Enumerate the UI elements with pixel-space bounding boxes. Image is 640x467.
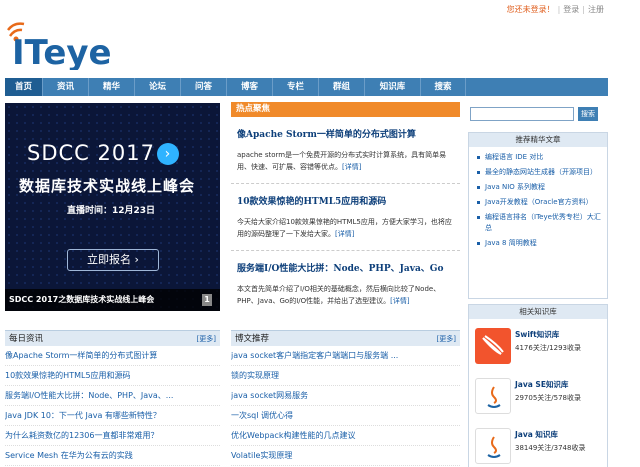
- nav-item[interactable]: 精华: [89, 78, 135, 96]
- divider: [231, 250, 460, 251]
- recommend-item[interactable]: 编程语言 IDE 对比: [475, 152, 601, 163]
- nav-item[interactable]: 论坛: [135, 78, 181, 96]
- news-item[interactable]: 像Apache Storm一样简单的分布式图计算: [5, 346, 220, 366]
- knowledge-count: 38149关注/3748收录: [515, 444, 586, 452]
- nav-item[interactable]: 博客: [227, 78, 273, 96]
- blog-item[interactable]: 优化Webpack构建性能的几点建议: [231, 426, 460, 446]
- daily-more-link[interactable]: [更多]: [197, 331, 216, 347]
- knowledge-title: 相关知识库: [469, 305, 607, 319]
- knowledge-item[interactable]: Java 知识库 38149关注/3748收录: [469, 423, 607, 467]
- knowledge-item[interactable]: Java SE知识库 29705关注/578收录: [469, 373, 607, 419]
- recommend-item[interactable]: Java开发教程（Oracle官方资料）: [475, 197, 601, 208]
- java-icon: [475, 378, 511, 414]
- knowledge-name[interactable]: Java SE知识库: [515, 379, 568, 390]
- main-nav: 首页 资讯 精华 论坛 问答 博客 专栏 群组 知识库 搜索: [5, 78, 608, 96]
- recommend-item[interactable]: 最全的静态网站生成器（开源项目）: [475, 167, 601, 178]
- banner-caption: SDCC 2017之数据库技术实战线上峰会 1: [5, 289, 220, 311]
- blog-recommend: 博文推荐 [更多] java socket客户端指定客户端端口与服务端 ... 锁的…: [231, 330, 460, 466]
- hot-article: 10款效果惊艳的HTML5应用和源码今天给大家介绍10款效果惊艳的HTML5应用…: [237, 194, 460, 240]
- search-box: 搜索: [470, 107, 598, 121]
- svg-text:ITeye: ITeye: [12, 33, 112, 70]
- search-button[interactable]: 搜索: [578, 107, 598, 121]
- hot-article-title[interactable]: 10款效果惊艳的HTML5应用和源码: [237, 197, 386, 207]
- banner-ad[interactable]: SDCC 2017 › 数据库技术实战线上峰会 直播时间：12月23日 立即报名 …: [5, 103, 220, 311]
- search-input[interactable]: [470, 107, 574, 121]
- blog-item[interactable]: 一次sql 调优心得: [231, 406, 460, 426]
- arrow-icon: ›: [156, 143, 179, 165]
- divider: |: [582, 5, 585, 14]
- knowledge-count: 29705关注/578收录: [515, 394, 581, 402]
- login-warning: 您还未登录！: [506, 5, 555, 14]
- nav-item[interactable]: 问答: [181, 78, 227, 96]
- hot-article: 服务端I/O性能大比拼：Node、PHP、Java、Go 本文首先简单介绍了I/O…: [237, 261, 460, 307]
- banner-pager[interactable]: 1: [202, 294, 212, 306]
- nav-item[interactable]: 专栏: [273, 78, 319, 96]
- banner-headline: 数据库技术实战线上峰会: [19, 177, 196, 195]
- register-now-button[interactable]: 立即报名 ›: [67, 249, 159, 271]
- blog-item[interactable]: 锁的实现原理: [231, 366, 460, 386]
- blog-item[interactable]: java socket网易服务: [231, 386, 460, 406]
- hot-article-title[interactable]: 像Apache Storm一样简单的分布式图计算: [237, 130, 416, 140]
- divider: |: [557, 5, 561, 14]
- hot-article-desc: 今天给大家介绍10款效果惊艳的HTML5应用，方便大家学习，也将应用的源码整理了…: [237, 216, 457, 240]
- hot-focus-title: 热点聚焦: [231, 102, 460, 117]
- nav-item[interactable]: 搜索: [421, 78, 466, 96]
- daily-news: 每日资讯 [更多] 像Apache Storm一样简单的分布式图计算 10款效果惊艳…: [5, 330, 220, 466]
- top-bar: 您还未登录！ | 登录 | 注册: [507, 4, 604, 15]
- banner-live-time: 直播时间：12月23日: [67, 206, 156, 216]
- knowledge-panel: 相关知识库 Swift知识库 4176关注/1293收录 Java SE知识库 297…: [468, 304, 608, 467]
- news-item[interactable]: 为什么耗资数亿的12306一直都非常难用？: [5, 426, 220, 446]
- hot-article-desc: apache storm是一个免费开源的分布式实时计算系统，具有简单易用、快速、…: [237, 149, 457, 173]
- hot-article-more[interactable]: [详情]: [342, 163, 361, 171]
- blog-more-link[interactable]: [更多]: [437, 331, 456, 347]
- blog-item[interactable]: java socket客户端指定客户端端口与服务端 ...: [231, 346, 460, 366]
- logo-graphic: ITeye: [7, 22, 112, 73]
- hot-article-more[interactable]: [详情]: [335, 230, 354, 238]
- recommend-panel: 推荐精华文章 编程语言 IDE 对比 最全的静态网站生成器（开源项目） Java N…: [468, 132, 608, 299]
- hot-article: 像Apache Storm一样简单的分布式图计算 apache storm是一个免…: [237, 127, 460, 173]
- hot-article-desc: 本文首先简单介绍了I/O相关的基础概念，然后横向比较了Node、PHP、Java…: [237, 283, 457, 307]
- recommend-item[interactable]: 编程语言排名（ITeye优秀专栏）大汇总: [475, 212, 601, 234]
- recommend-item[interactable]: Java NIO 系列教程: [475, 182, 601, 193]
- nav-item[interactable]: 知识库: [365, 78, 421, 96]
- iteye-logo[interactable]: ITeye: [2, 22, 132, 73]
- blog-recommend-header: 博文推荐 [更多]: [231, 330, 460, 346]
- nav-item[interactable]: 资讯: [43, 78, 89, 96]
- register-link[interactable]: 注册: [588, 5, 604, 14]
- nav-item[interactable]: 群组: [319, 78, 365, 96]
- daily-news-header: 每日资讯 [更多]: [5, 330, 220, 346]
- knowledge-count: 4176关注/1293收录: [515, 344, 581, 352]
- knowledge-item[interactable]: Swift知识库 4176关注/1293收录: [469, 323, 607, 369]
- knowledge-name[interactable]: Swift知识库: [515, 329, 559, 340]
- blog-item[interactable]: Volatile实现原理: [231, 446, 460, 466]
- news-item[interactable]: Service Mesh 在华为公有云的实践: [5, 446, 220, 466]
- swift-icon: [475, 328, 511, 364]
- banner-brand: SDCC 2017 ›: [27, 141, 179, 165]
- hot-article-more[interactable]: [详情]: [390, 297, 409, 305]
- news-item[interactable]: 10款效果惊艳的HTML5应用和源码: [5, 366, 220, 386]
- knowledge-name[interactable]: Java 知识库: [515, 429, 558, 440]
- recommend-title: 推荐精华文章: [469, 133, 607, 147]
- news-item[interactable]: 服务端I/O性能大比拼：Node、PHP、Java、...: [5, 386, 220, 406]
- news-item[interactable]: Java JDK 10：下一代 Java 有哪些新特性？: [5, 406, 220, 426]
- divider: [231, 183, 460, 184]
- recommend-item[interactable]: Java 8 简明教程: [475, 238, 601, 249]
- nav-item[interactable]: 首页: [5, 78, 43, 96]
- login-link[interactable]: 登录: [563, 5, 579, 14]
- hot-focus: 热点聚焦 像Apache Storm一样简单的分布式图计算 apache stor…: [231, 102, 460, 307]
- java-icon: [475, 428, 511, 464]
- hot-article-title[interactable]: 服务端I/O性能大比拼：Node、PHP、Java、Go: [237, 264, 443, 274]
